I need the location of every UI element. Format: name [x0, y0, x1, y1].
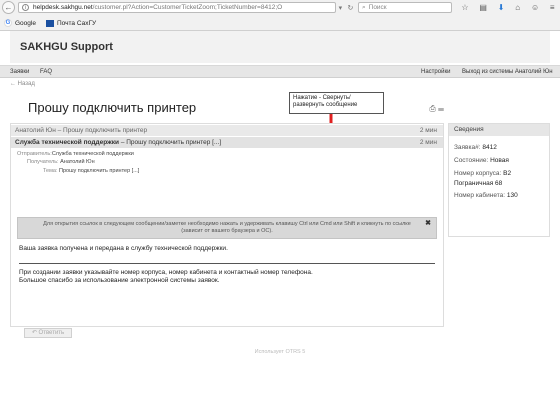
- clipboard-icon[interactable]: ▤: [479, 3, 487, 12]
- google-icon: G: [4, 19, 12, 27]
- search-icon: ⌕: [362, 3, 366, 11]
- info-icon[interactable]: i: [22, 4, 29, 11]
- back-link[interactable]: ← Назад: [10, 81, 35, 87]
- nav-faq[interactable]: FAQ: [40, 69, 52, 75]
- meta-value: Прошу подключить принтер [...]: [59, 168, 140, 174]
- ticket-title: Прошу подключить принтер: [28, 100, 197, 115]
- info-state: Состояние: Новая: [454, 157, 509, 164]
- info-building: Номер корпуса: B2: [454, 170, 511, 177]
- dropdown-icon[interactable]: ▾: [339, 4, 343, 12]
- close-icon[interactable]: ✖: [425, 220, 431, 227]
- info-room: Номер кабинета: 130: [454, 192, 518, 199]
- article-thread: Анатолий Юн – Прошу подключить принтер 2…: [10, 123, 444, 327]
- page: SAKHGU Support Заявки FAQ Настройки Выхо…: [0, 31, 560, 395]
- info-value: B2: [503, 170, 512, 177]
- collapse-tooltip: Нажатие - Свернуть/развернуть сообщение: [289, 92, 384, 114]
- article-time: 2 мин: [419, 139, 437, 146]
- list-icon[interactable]: ☰: [438, 104, 444, 113]
- top-nav: Заявки FAQ Настройки Выход из системы Ан…: [0, 65, 560, 78]
- reply-button[interactable]: ↶ Ответить: [24, 328, 72, 338]
- smiley-icon[interactable]: ☺: [531, 3, 539, 12]
- url-path: /customer.pl?Action=CustomerTicketZoom;T…: [92, 4, 283, 11]
- bookmarks-bar: G Google Почта СахГУ: [0, 16, 560, 30]
- article-time: 2 мин: [419, 127, 437, 134]
- message-divider: [19, 263, 435, 264]
- meta-label: Тема:: [43, 168, 58, 174]
- footer-powered-by[interactable]: Использует OTRS 5: [0, 349, 560, 355]
- search-placeholder: Поиск: [368, 4, 387, 11]
- message-line: При создании заявки указывайте номер кор…: [19, 269, 313, 276]
- meta-value: Служба технической поддержки: [51, 151, 134, 157]
- url-bar[interactable]: i helpdesk.sakhgu.net/customer.pl?Action…: [18, 2, 336, 13]
- notice-text: Для открытия ссылок в следующем сообщени…: [43, 221, 411, 234]
- home-icon[interactable]: ⌂: [515, 3, 520, 12]
- browser-chrome: ← i helpdesk.sakhgu.net/customer.pl?Acti…: [0, 0, 560, 31]
- print-icon[interactable]: ⎙: [429, 104, 435, 113]
- browser-navbar: ← i helpdesk.sakhgu.net/customer.pl?Acti…: [0, 0, 560, 15]
- meta-value: Анатолий Юн: [60, 159, 95, 165]
- menu-icon[interactable]: ≡: [550, 3, 555, 12]
- info-label: Номер кабинета:: [454, 192, 506, 199]
- meta-recipient: Получатель: Анатолий Юн: [27, 159, 95, 165]
- meta-label: Получатель:: [27, 159, 59, 165]
- sidebar-heading: Сведения: [449, 124, 549, 136]
- info-label: Состояние:: [454, 157, 489, 164]
- nav-tickets[interactable]: Заявки: [10, 69, 29, 75]
- info-value: Новая: [490, 157, 509, 164]
- message-line: Большое спасибо за использование электро…: [19, 277, 220, 284]
- bookmark-mail[interactable]: Почта СахГУ: [45, 19, 97, 27]
- reload-icon[interactable]: ↻: [347, 4, 353, 12]
- article-row-expanded[interactable]: Служба технической поддержки – Прошу под…: [11, 137, 443, 148]
- app-header: SAKHGU Support: [10, 31, 550, 63]
- article-subject: – Прошу подключить принтер [...]: [120, 139, 222, 146]
- link-notice: Для открытия ссылок в следующем сообщени…: [17, 217, 437, 239]
- info-ticket-number: Заявка#: 8412: [454, 144, 497, 151]
- meta-subject: Тема: Прошу подключить принтер [...]: [43, 168, 139, 174]
- article-from: Служба технической поддержки: [15, 139, 120, 146]
- toolbar-icons: ☆ ▤ ⬇ ⌂ ☺ ≡: [456, 1, 560, 14]
- info-value: 8412: [482, 144, 497, 151]
- info-label: Заявка#:: [454, 144, 481, 151]
- title-actions: ⎙ ☰: [429, 104, 444, 114]
- info-sidebar: Сведения Заявка#: 8412 Состояние: Новая …: [448, 123, 550, 237]
- article-row[interactable]: Анатолий Юн – Прошу подключить принтер 2…: [11, 125, 443, 136]
- bookmark-label: Почта СахГУ: [56, 19, 97, 27]
- bookmark-google[interactable]: G Google: [4, 19, 36, 27]
- bookmark-label: Google: [15, 19, 36, 27]
- article-subject: – Прошу подключить принтер: [57, 127, 148, 134]
- article-from: Анатолий Юн: [15, 127, 56, 134]
- search-input[interactable]: ⌕ Поиск: [358, 2, 452, 13]
- brand-title: SAKHGU Support: [20, 41, 113, 53]
- star-icon[interactable]: ☆: [461, 3, 468, 12]
- nav-settings[interactable]: Настройки: [421, 69, 450, 75]
- meta-label: Отправитель:: [17, 151, 52, 157]
- nav-logout[interactable]: Выход из системы Анатолий Юн: [462, 69, 553, 75]
- info-label: Номер корпуса:: [454, 170, 502, 177]
- info-value: 130: [506, 192, 518, 199]
- info-value: Пограничная 68: [454, 180, 503, 187]
- message-line: Ваша заявка получена и передана в службу…: [19, 245, 228, 252]
- url-host: helpdesk.sakhgu.net: [33, 4, 93, 11]
- info-address: Пограничная 68: [454, 180, 502, 187]
- browser-back-icon[interactable]: ←: [2, 1, 15, 14]
- url-actions: ▾ ↻: [336, 2, 356, 13]
- download-icon[interactable]: ⬇: [498, 3, 505, 12]
- meta-sender: Отправитель:Служба технической поддержки: [17, 151, 134, 157]
- mail-icon: [45, 19, 54, 27]
